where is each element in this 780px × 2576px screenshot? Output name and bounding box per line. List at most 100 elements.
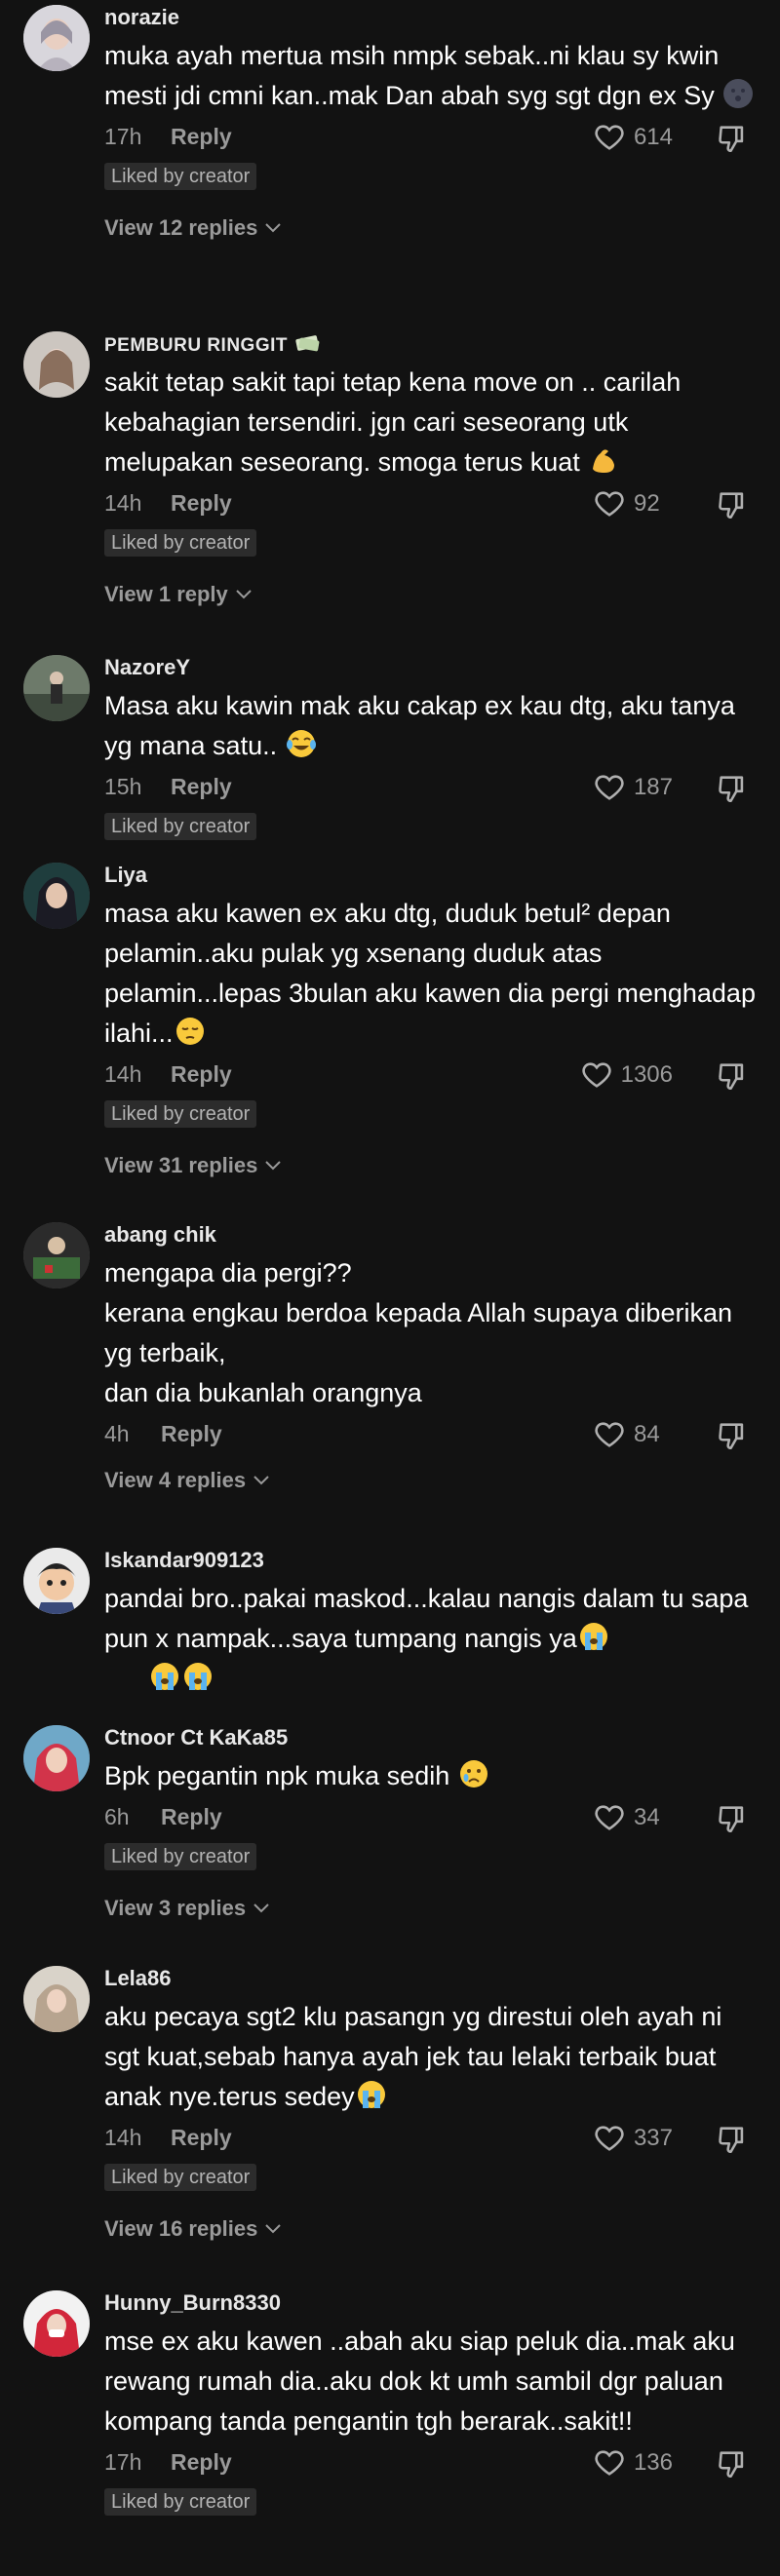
- like-count: 337: [633, 2125, 673, 2151]
- heart-icon: [595, 491, 624, 517]
- username[interactable]: Iskandar909123: [104, 1548, 760, 1573]
- comment-text: mengapa dia pergi?? kerana engkau berdoa…: [104, 1258, 732, 1407]
- loudly-crying-emoji-icon: [357, 2081, 385, 2108]
- avatar[interactable]: [23, 655, 90, 721]
- comment-text: mse ex aku kawen ..abah aku siap peluk d…: [104, 2326, 743, 2436]
- loudly-crying-emoji-icon: [184, 1663, 213, 1690]
- username[interactable]: Hunny_Burn8330: [104, 2290, 760, 2316]
- chevron-down-icon: [265, 1161, 282, 1171]
- comment-meta: 4h Reply 84: [104, 1415, 760, 1454]
- reply-button[interactable]: Reply: [171, 490, 232, 517]
- timestamp: 6h: [104, 1804, 130, 1829]
- crying-face-emoji-icon: [459, 1760, 488, 1788]
- timestamp: 15h: [104, 774, 142, 799]
- timestamp: 14h: [104, 2125, 142, 2150]
- loudly-crying-emoji-icon: [151, 1663, 179, 1690]
- like-button[interactable]: 614: [593, 118, 673, 157]
- like-count: 1306: [620, 1061, 673, 1088]
- timestamp: 14h: [104, 490, 142, 516]
- view-replies-button[interactable]: View 4 replies: [104, 1468, 760, 1493]
- dislike-icon[interactable]: [716, 2447, 749, 2480]
- dislike-icon[interactable]: [716, 1059, 749, 1093]
- dislike-icon[interactable]: [716, 772, 749, 805]
- avatar[interactable]: [23, 331, 90, 398]
- like-button[interactable]: 84: [593, 1415, 673, 1454]
- dislike-icon[interactable]: [716, 1802, 749, 1835]
- comment-meta: 15h Reply 187: [104, 768, 760, 807]
- like-count: 136: [633, 2449, 673, 2476]
- username[interactable]: PEMBURU RINGGIT: [104, 331, 760, 357]
- like-button[interactable]: 136: [593, 2443, 673, 2482]
- like-button[interactable]: 92: [593, 484, 673, 523]
- like-count: 84: [634, 1421, 660, 1447]
- username[interactable]: norazie: [104, 5, 760, 30]
- liked-by-creator-badge: Liked by creator: [104, 2164, 257, 2191]
- chevron-down-icon: [254, 1903, 269, 1913]
- comment-text: masa aku kawen ex aku dtg, duduk betul² …: [104, 899, 763, 1048]
- view-replies-button[interactable]: View 1 reply: [104, 582, 760, 607]
- like-count: 92: [634, 490, 660, 517]
- username[interactable]: Liya: [104, 863, 760, 888]
- avatar[interactable]: [23, 863, 90, 929]
- reply-button[interactable]: Reply: [171, 2125, 232, 2151]
- chevron-down-icon: [254, 1476, 269, 1485]
- liked-by-creator-badge: Liked by creator: [104, 1843, 257, 1870]
- timestamp: 17h: [104, 124, 142, 149]
- reply-button[interactable]: Reply: [161, 1421, 222, 1447]
- like-button[interactable]: 337: [593, 2119, 673, 2158]
- reply-button[interactable]: Reply: [171, 2449, 232, 2476]
- pensive-face-emoji-icon: [176, 1018, 204, 1045]
- new-moon-emoji-icon: [723, 79, 754, 108]
- liked-by-creator-badge: Liked by creator: [104, 529, 257, 557]
- heart-icon: [581, 1062, 611, 1088]
- heart-icon: [595, 1805, 624, 1830]
- liked-by-creator-badge: Liked by creator: [104, 163, 257, 190]
- like-button[interactable]: 1306: [580, 1056, 673, 1095]
- liked-by-creator-badge: Liked by creator: [104, 813, 257, 840]
- dislike-icon[interactable]: [716, 488, 749, 521]
- view-replies-button[interactable]: View 12 replies: [104, 215, 760, 241]
- like-button[interactable]: 187: [593, 768, 673, 807]
- reply-button[interactable]: Reply: [171, 124, 232, 150]
- like-button[interactable]: 34: [593, 1798, 673, 1837]
- username[interactable]: Lela86: [104, 1966, 760, 1991]
- dislike-icon[interactable]: [716, 2123, 749, 2156]
- view-replies-button[interactable]: View 3 replies: [104, 1896, 760, 1921]
- comment-text: sakit tetap sakit tapi tetap kena move o…: [104, 367, 688, 477]
- view-replies-button[interactable]: View 31 replies: [104, 1153, 760, 1178]
- comment-text: pandai bro..pakai maskod...kalau nangis …: [104, 1579, 760, 1699]
- heart-icon: [595, 775, 624, 800]
- liked-by-creator-badge: Liked by creator: [104, 1100, 257, 1128]
- username[interactable]: abang chik: [104, 1222, 760, 1248]
- username[interactable]: Ctnoor Ct KaKa85: [104, 1725, 760, 1750]
- like-count: 34: [634, 1804, 660, 1830]
- heart-icon: [595, 1422, 624, 1447]
- loudly-crying-emoji-icon: [579, 1623, 607, 1650]
- avatar[interactable]: [23, 1966, 90, 2032]
- chevron-down-icon: [236, 590, 252, 599]
- comment-meta: 14h Reply 1306: [104, 1056, 760, 1095]
- like-count: 614: [633, 124, 673, 150]
- comment-meta: 17h Reply 614: [104, 118, 760, 157]
- reply-button[interactable]: Reply: [161, 1804, 222, 1830]
- username[interactable]: NazoreY: [104, 655, 760, 680]
- dislike-icon[interactable]: [716, 122, 749, 155]
- avatar[interactable]: [23, 2290, 90, 2357]
- timestamp: 17h: [104, 2449, 142, 2475]
- dislike-icon[interactable]: [716, 1419, 749, 1452]
- avatar[interactable]: [23, 5, 90, 71]
- avatar[interactable]: [23, 1548, 90, 1614]
- timestamp: 4h: [104, 1421, 130, 1446]
- view-replies-button[interactable]: View 16 replies: [104, 2216, 760, 2242]
- avatar[interactable]: [23, 1222, 90, 1288]
- heart-icon: [595, 2126, 624, 2151]
- comment-meta: 14h Reply 337: [104, 2119, 760, 2158]
- comment-text: muka ayah mertua msih nmpk sebak..ni kla…: [104, 36, 760, 116]
- avatar[interactable]: [23, 1725, 90, 1791]
- timestamp: 14h: [104, 1061, 142, 1087]
- reply-button[interactable]: Reply: [171, 774, 232, 800]
- heart-icon: [595, 2450, 624, 2476]
- chevron-down-icon: [265, 2224, 282, 2234]
- liked-by-creator-badge: Liked by creator: [104, 2488, 257, 2516]
- reply-button[interactable]: Reply: [171, 1061, 232, 1088]
